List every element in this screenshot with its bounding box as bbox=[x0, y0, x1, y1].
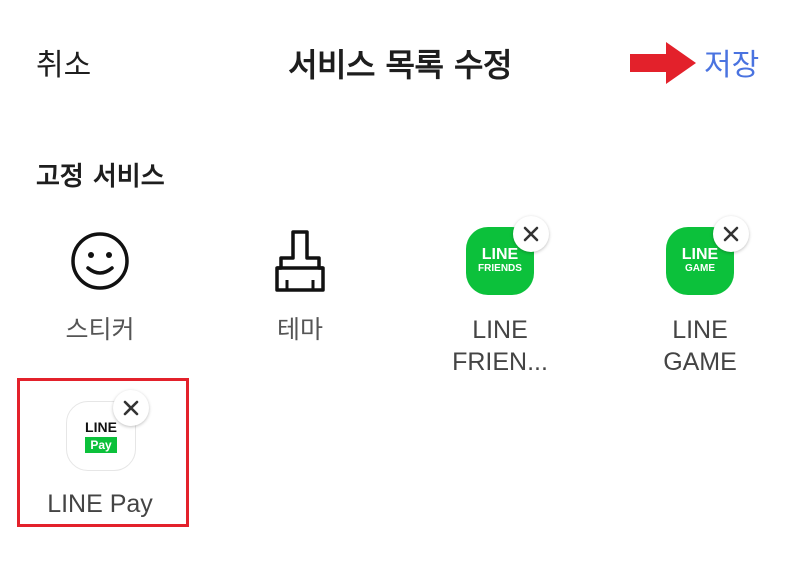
red-arrow-annotation-icon bbox=[630, 42, 696, 84]
service-label: 테마 bbox=[276, 315, 323, 344]
service-item-line-game[interactable]: LINE GAME LINE GAME bbox=[610, 216, 790, 378]
logo-subtext: FRIENDS bbox=[478, 263, 522, 274]
service-item-theme[interactable]: 테마 bbox=[210, 224, 390, 346]
logo-text: LINE bbox=[681, 246, 719, 263]
highlight-annotation-box bbox=[17, 378, 189, 527]
remove-button[interactable] bbox=[713, 216, 749, 252]
remove-button[interactable] bbox=[513, 216, 549, 252]
logo-text: LINE bbox=[481, 246, 519, 263]
header: 취소 서비스 목록 수정 저장 bbox=[0, 0, 800, 120]
service-item-sticker[interactable]: 스티커 bbox=[10, 224, 190, 346]
close-icon bbox=[523, 226, 539, 242]
brush-icon bbox=[263, 224, 337, 298]
service-label: 스티커 bbox=[65, 315, 135, 344]
service-label: LINE GAME bbox=[663, 316, 737, 376]
service-item-line-friends[interactable]: LINE FRIENDS LINE FRIEN... bbox=[410, 216, 590, 378]
close-icon bbox=[723, 226, 739, 242]
save-button[interactable]: 저장 bbox=[704, 40, 759, 84]
logo-subtext: GAME bbox=[685, 263, 715, 274]
service-label: LINE FRIEN... bbox=[452, 316, 548, 376]
smiley-icon bbox=[63, 224, 137, 298]
section-title-fixed-services: 고정 서비스 bbox=[36, 162, 165, 192]
